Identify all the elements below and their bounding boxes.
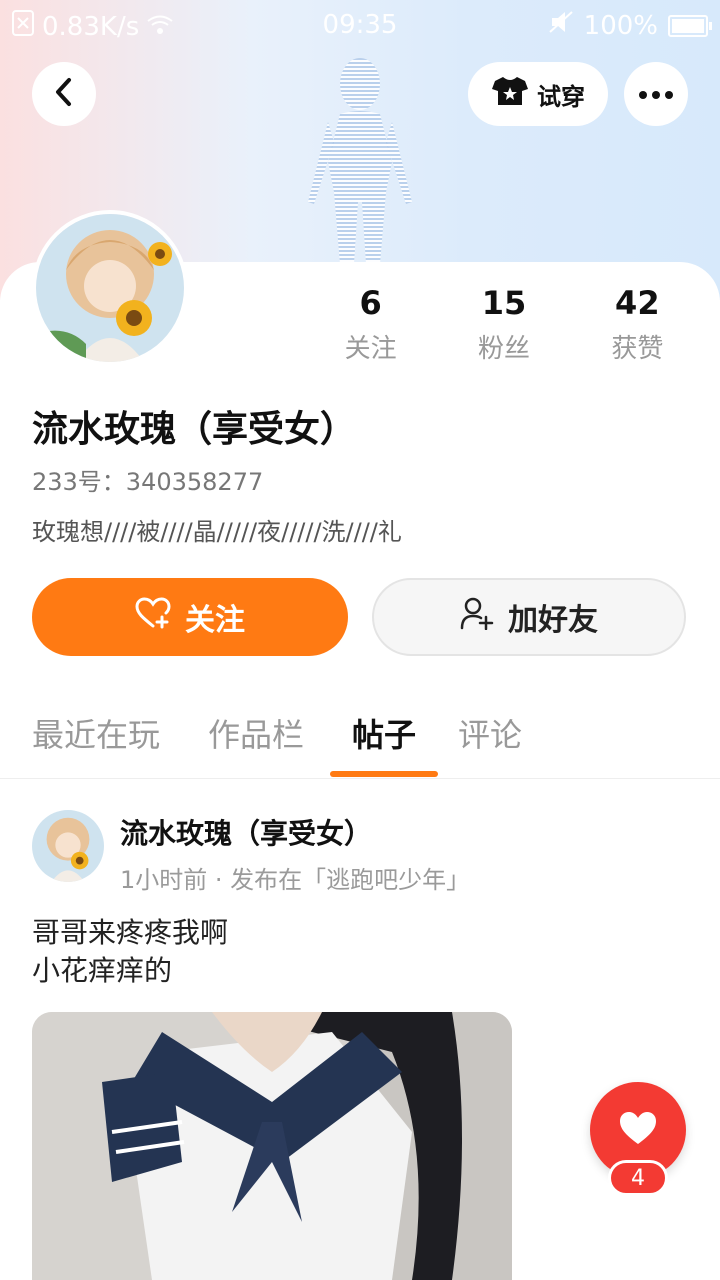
- status-bar: 0.83K/s 09:35 100%: [0, 0, 720, 50]
- stat-value: 6: [359, 284, 382, 322]
- add-friend-button[interactable]: 加好友: [372, 578, 686, 656]
- battery-icon: [668, 14, 712, 37]
- avatar[interactable]: [32, 210, 188, 366]
- mute-icon: [548, 10, 574, 41]
- stat-following[interactable]: 6 关注: [304, 284, 437, 365]
- profile-stats: 6 关注 15 粉丝 42 获赞: [304, 284, 704, 365]
- profile-uid: 233号：340358277: [32, 468, 264, 496]
- post-author-name[interactable]: 流水玫瑰（享受女）: [120, 812, 372, 852]
- like-count-badge: 4: [608, 1160, 668, 1196]
- post-image[interactable]: [32, 1012, 512, 1280]
- add-friend-label: 加好友: [508, 603, 598, 638]
- tab-comments[interactable]: 评论: [458, 710, 522, 756]
- stat-label: 关注: [344, 334, 397, 364]
- tshirt-icon: [491, 75, 529, 113]
- more-dots-icon: [638, 85, 674, 104]
- try-on-label: 试穿: [537, 82, 585, 111]
- post-meta: 1小时前 · 发布在「逃跑吧少年」: [120, 866, 471, 894]
- battery-percent: 100%: [583, 10, 658, 41]
- avatar-figure-image: [300, 52, 420, 264]
- more-options-button[interactable]: [624, 62, 688, 126]
- profile-name: 流水玫瑰（享受女）: [32, 409, 357, 450]
- chevron-left-icon: [53, 77, 75, 111]
- post-text: 哥哥来疼疼我啊 小花痒痒的: [32, 914, 228, 990]
- try-on-button[interactable]: 试穿: [468, 62, 608, 126]
- heart-icon: [618, 1110, 658, 1150]
- active-tab-indicator: [330, 771, 438, 777]
- tab-works[interactable]: 作品栏: [208, 710, 304, 756]
- heart-plus-icon: [135, 597, 171, 637]
- tab-posts[interactable]: 帖子: [352, 710, 416, 756]
- follow-button[interactable]: 关注: [32, 578, 348, 656]
- stat-value: 15: [481, 284, 527, 322]
- post-text-line: 哥哥来疼疼我啊: [32, 916, 229, 949]
- stat-likes[interactable]: 42 获赞: [571, 284, 704, 365]
- back-button[interactable]: [32, 62, 96, 126]
- tab-recently-played[interactable]: 最近在玩: [32, 710, 160, 756]
- profile-bio: 玫瑰想////被////晶/////夜/////洗////礼: [32, 518, 402, 546]
- follow-label: 关注: [185, 603, 245, 638]
- profile-tabs: 最近在玩 作品栏 帖子 评论: [0, 700, 720, 779]
- post-author-avatar[interactable]: [32, 810, 104, 882]
- stat-value: 42: [615, 284, 660, 322]
- post-text-line: 小花痒痒的: [32, 954, 173, 987]
- stat-followers[interactable]: 15 粉丝: [437, 284, 570, 365]
- add-user-icon: [460, 596, 494, 638]
- stat-label: 粉丝: [477, 334, 530, 364]
- stat-label: 获赞: [611, 334, 664, 364]
